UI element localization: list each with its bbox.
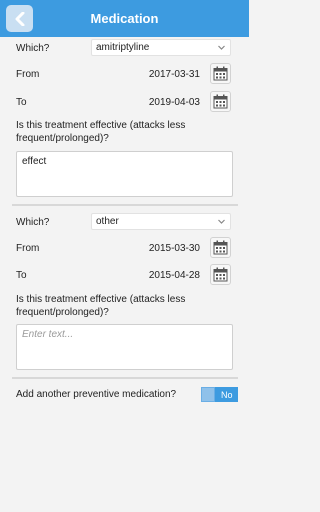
chevron-down-icon <box>218 45 225 50</box>
to-calendar-button[interactable] <box>210 264 231 285</box>
app-header: Medication <box>0 0 249 37</box>
effectiveness-answer-field[interactable]: effect <box>16 151 233 197</box>
which-select[interactable]: amitriptyline <box>91 39 231 56</box>
from-calendar-button[interactable] <box>210 63 231 84</box>
section-divider <box>12 377 238 379</box>
calendar-icon <box>213 240 228 255</box>
from-label: From <box>16 243 40 254</box>
from-date-value: 2017-03-31 <box>148 69 200 80</box>
chevron-left-icon <box>15 11 24 26</box>
toggle-knob <box>201 387 215 402</box>
calendar-icon <box>213 66 228 81</box>
page-title: Medication <box>90 11 159 26</box>
from-label: From <box>16 69 40 80</box>
to-label: To <box>16 97 27 108</box>
to-date-value: 2019-04-03 <box>148 97 200 108</box>
calendar-icon <box>213 94 228 109</box>
effectiveness-answer-field[interactable]: Enter text... <box>16 324 233 370</box>
calendar-icon <box>213 267 228 282</box>
chevron-down-icon <box>218 219 225 224</box>
back-button[interactable] <box>6 5 33 32</box>
which-select[interactable]: other <box>91 213 231 230</box>
add-another-toggle[interactable]: No <box>201 387 238 402</box>
add-another-label: Add another preventive medication? <box>16 389 177 400</box>
from-date-value: 2015-03-30 <box>148 243 200 254</box>
to-date-value: 2015-04-28 <box>148 270 200 281</box>
section-divider <box>12 204 238 206</box>
which-label: Which? <box>16 217 50 228</box>
to-calendar-button[interactable] <box>210 91 231 112</box>
effectiveness-question: Is this treatment effective (attacks les… <box>16 294 186 318</box>
effectiveness-question: Is this treatment effective (attacks les… <box>16 120 186 144</box>
which-select-value: amitriptyline <box>96 42 150 53</box>
from-calendar-button[interactable] <box>210 237 231 258</box>
which-select-value: other <box>96 216 119 227</box>
to-label: To <box>16 270 27 281</box>
toggle-value: No <box>221 389 233 400</box>
which-label: Which? <box>16 43 50 54</box>
